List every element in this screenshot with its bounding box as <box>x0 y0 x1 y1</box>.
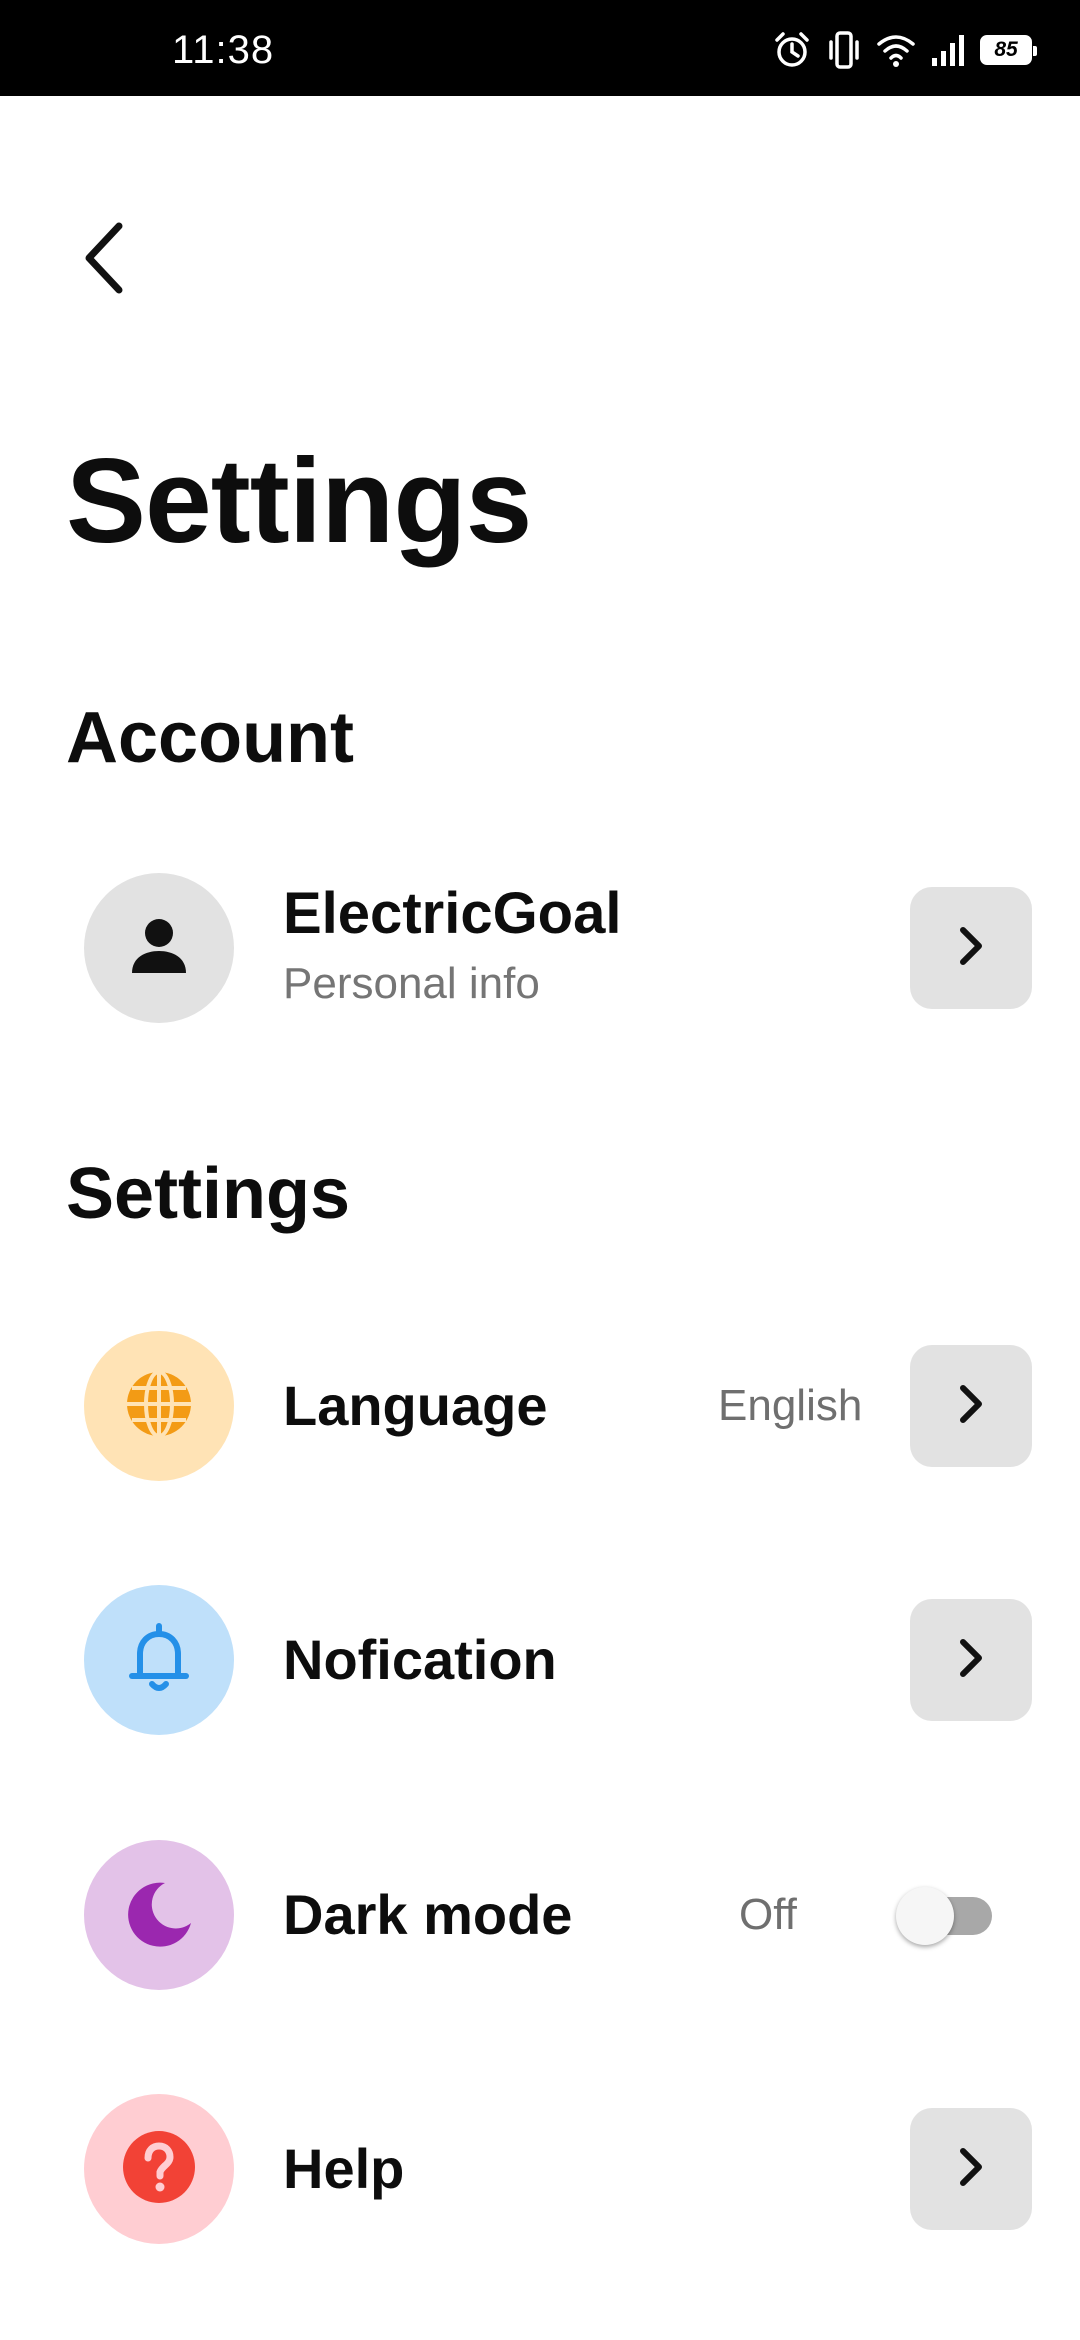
person-icon <box>124 911 194 986</box>
chevron-right-icon <box>956 2145 986 2194</box>
account-chevron-button[interactable] <box>910 887 1032 1009</box>
wifi-icon <box>876 32 916 68</box>
help-chevron-button[interactable] <box>910 2108 1032 2230</box>
account-row[interactable]: ElectricGoal Personal info <box>84 873 1032 1023</box>
settings-item-dark-mode[interactable]: Dark mode Off <box>84 1840 1032 1990</box>
chevron-right-icon <box>956 924 986 973</box>
dark-mode-toggle[interactable] <box>896 1885 996 1945</box>
moon-icon <box>119 1873 199 1958</box>
battery-icon: 85 <box>980 35 1037 65</box>
settings-item-help[interactable]: Help <box>84 2094 1032 2244</box>
notification-icon-circle <box>84 1585 234 1735</box>
status-time: 11:38 <box>172 28 275 72</box>
chevron-right-icon <box>956 1636 986 1685</box>
page-title: Settings <box>66 434 532 568</box>
alarm-icon <box>772 30 812 70</box>
dark-mode-icon-circle <box>84 1840 234 1990</box>
battery-level: 85 <box>994 38 1018 61</box>
settings-item-label: Language <box>283 1374 548 1437</box>
account-name: ElectricGoal <box>283 881 622 946</box>
status-bar: 11:38 85 <box>0 0 1080 96</box>
settings-item-label: Dark mode <box>283 1883 573 1946</box>
help-icon-circle <box>84 2094 234 2244</box>
settings-item-label: Nofication <box>283 1628 557 1691</box>
help-icon <box>119 2127 199 2212</box>
signal-icon <box>930 32 966 68</box>
chevron-left-icon <box>79 218 129 303</box>
bell-icon <box>124 1618 194 1703</box>
language-chevron-button[interactable] <box>910 1345 1032 1467</box>
settings-section-title: Settings <box>66 1154 351 1234</box>
settings-item-language[interactable]: Language English <box>84 1331 1032 1481</box>
globe-icon <box>119 1364 199 1449</box>
toggle-thumb <box>896 1887 954 1945</box>
avatar <box>84 873 234 1023</box>
account-section-title: Account <box>66 698 354 778</box>
status-icons: 85 <box>772 30 1037 70</box>
back-button[interactable] <box>64 212 144 308</box>
dark-mode-value: Off <box>739 1890 797 1939</box>
account-subtitle: Personal info <box>283 959 540 1008</box>
notification-chevron-button[interactable] <box>910 1599 1032 1721</box>
vibrate-icon <box>826 30 862 70</box>
settings-item-notification[interactable]: Nofication <box>84 1585 1032 1735</box>
chevron-right-icon <box>956 1382 986 1431</box>
language-value: English <box>718 1381 863 1430</box>
language-icon-circle <box>84 1331 234 1481</box>
settings-item-label: Help <box>283 2137 405 2200</box>
